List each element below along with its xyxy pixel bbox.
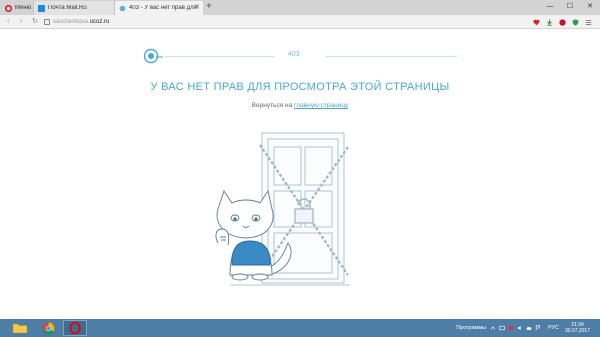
minimize-icon[interactable]: —	[540, 0, 560, 15]
reload-icon[interactable]: ↻	[32, 15, 38, 29]
clock-date: 30.07.2017	[564, 328, 590, 334]
heart-icon[interactable]	[533, 19, 540, 26]
speaker-icon[interactable]	[517, 325, 523, 331]
flag-icon[interactable]	[535, 325, 541, 331]
maximize-icon[interactable]: ☐	[560, 0, 580, 15]
browser-tab-strip: Меню Почта Mail.Ru 403 - У вас нет прав …	[0, 0, 600, 15]
tray-programs-label[interactable]: Программы	[456, 325, 486, 331]
opera-logo-icon	[5, 4, 12, 12]
back-line: Вернуться на главную страницу	[0, 102, 600, 109]
error-code: 403	[288, 51, 300, 58]
folder-icon	[12, 323, 28, 334]
back-text: Вернуться на	[251, 102, 293, 109]
input-language[interactable]: РУС	[548, 325, 559, 331]
browser-toolbar: ‹ › ↻ savchenkova.ucoz.ru	[0, 15, 600, 29]
ucoz-logo-icon[interactable]	[143, 48, 163, 64]
system-tray: Программы РУС 21:34 30.07.2017	[456, 319, 600, 337]
tab-mail[interactable]: Почта Mail.Ru	[33, 1, 115, 15]
locked-door-cat-illustration	[215, 132, 350, 286]
taskbar-chrome[interactable]	[36, 320, 60, 336]
window-controls: — ☐ ✕	[540, 0, 600, 15]
close-window-icon[interactable]: ✕	[580, 0, 600, 15]
antivirus-icon[interactable]	[508, 325, 514, 331]
mail-favicon-icon	[38, 4, 45, 12]
chrome-icon	[41, 321, 55, 335]
tab-label: Почта Mail.Ru	[48, 5, 87, 11]
home-icon[interactable]	[44, 19, 50, 25]
tab-label: Меню	[15, 5, 32, 11]
close-tab-icon[interactable]: ✕	[194, 3, 200, 11]
forward-icon[interactable]: ›	[20, 15, 22, 29]
back-icon[interactable]: ‹	[7, 15, 9, 29]
windows-taskbar: Программы РУС 21:34 30.07.2017	[0, 319, 600, 337]
extensions-area	[533, 17, 592, 27]
page-content: 403 У ВАС НЕТ ПРАВ ДЛЯ ПРОСМОТРА ЭТОЙ СТ…	[0, 30, 600, 319]
url-domain: ucoz.ru	[89, 19, 110, 25]
tray-clock[interactable]: 21:34 30.07.2017	[565, 322, 590, 334]
new-tab-button[interactable]: +	[206, 1, 212, 12]
error-title: У ВАС НЕТ ПРАВ ДЛЯ ПРОСМОТРА ЭТОЙ СТРАНИ…	[150, 81, 450, 93]
network-icon[interactable]	[499, 325, 505, 331]
address-bar[interactable]: savchenkova.ucoz.ru	[53, 17, 523, 27]
tab-opera-menu[interactable]: Меню	[1, 1, 34, 15]
home-page-link[interactable]: главную страницу	[294, 102, 348, 109]
shield-icon[interactable]	[572, 18, 579, 26]
ucoz-favicon-icon	[119, 5, 126, 11]
adblock-icon[interactable]	[559, 18, 566, 26]
tab-403[interactable]: 403 - У вас нет прав для ✕	[115, 1, 203, 15]
download-icon[interactable]	[546, 19, 553, 26]
chevron-up-icon[interactable]	[490, 325, 496, 331]
taskbar-explorer[interactable]	[8, 320, 32, 336]
url-subdomain: savchenkova.	[53, 19, 90, 25]
cloud-icon[interactable]	[526, 325, 532, 331]
taskbar-opera[interactable]	[63, 320, 87, 336]
opera-icon	[69, 322, 81, 334]
header-divider-right	[325, 56, 457, 57]
tab-label: 403 - У вас нет прав для	[129, 5, 197, 11]
menu-lines-icon[interactable]	[585, 19, 592, 26]
header-divider-left	[165, 56, 275, 57]
